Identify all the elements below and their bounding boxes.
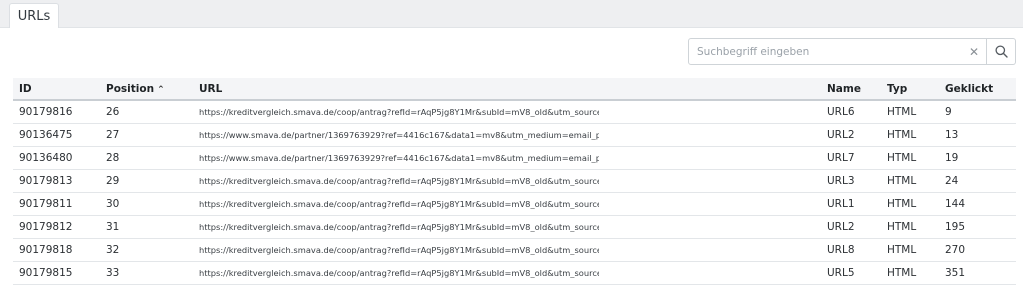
- cell-geklickt: 351: [939, 261, 1016, 285]
- cell-position: 31: [100, 215, 193, 239]
- cell-position: 28: [100, 146, 193, 170]
- cell-url: https://kreditvergleich.smava.de/coop/an…: [193, 215, 821, 239]
- url-link[interactable]: https://kreditvergleich.smava.de/coop/an…: [199, 107, 599, 117]
- cell-geklickt: 24: [939, 169, 1016, 193]
- cell-position: 32: [100, 238, 193, 262]
- column-header-position-label: Position: [106, 82, 155, 95]
- cell-name: URL5: [821, 261, 881, 285]
- urls-panel: ✕ ID Position⌃ URL Name Typ Geklic: [0, 27, 1023, 289]
- table-row[interactable]: 90179811 30 https://kreditvergleich.smava.…: [13, 192, 1016, 216]
- cell-typ: HTML: [881, 261, 939, 285]
- sort-ascending-icon: ⌃: [157, 84, 165, 95]
- cell-geklickt: 13: [939, 123, 1016, 147]
- cell-typ: HTML: [881, 192, 939, 216]
- cell-position: 30: [100, 192, 193, 216]
- cell-typ: HTML: [881, 215, 939, 239]
- cell-id: 90136480: [13, 146, 100, 170]
- search-input[interactable]: [697, 45, 968, 58]
- cell-name: URL2: [821, 215, 881, 239]
- cell-id: 90179813: [13, 169, 100, 193]
- search-field-wrapper: ✕: [688, 38, 987, 65]
- close-icon[interactable]: ✕: [968, 45, 980, 59]
- url-link[interactable]: https://kreditvergleich.smava.de/coop/an…: [199, 222, 599, 232]
- urls-table: ID Position ⌃ URL Name Typ Geklickt 90179…: [13, 78, 1016, 285]
- url-link[interactable]: https://kreditvergleich.smava.de/coop/an…: [199, 245, 599, 255]
- cell-typ: HTML: [881, 169, 939, 193]
- cell-url: https://kreditvergleich.smava.de/coop/an…: [193, 192, 821, 216]
- url-link[interactable]: https://www.smava.de/partner/1369763929?…: [199, 153, 599, 163]
- table-row[interactable]: 90179813 29 https://kreditvergleich.smava.…: [13, 169, 1016, 193]
- cell-position: 33: [100, 261, 193, 285]
- cell-url: https://kreditvergleich.smava.de/coop/an…: [193, 100, 821, 124]
- cell-id: 90179815: [13, 261, 100, 285]
- cell-id: 90136475: [13, 123, 100, 147]
- column-header-geklickt[interactable]: Geklickt: [939, 78, 1016, 101]
- cell-typ: HTML: [881, 238, 939, 262]
- cell-typ: HTML: [881, 146, 939, 170]
- table-row[interactable]: 90179818 32 https://kreditvergleich.smava.…: [13, 238, 1016, 262]
- column-header-typ[interactable]: Typ: [881, 78, 939, 101]
- tab-urls[interactable]: URLs: [9, 3, 59, 28]
- cell-name: URL6: [821, 100, 881, 124]
- column-header-url[interactable]: URL: [193, 78, 821, 101]
- column-header-id[interactable]: ID: [13, 78, 100, 101]
- cell-position: 27: [100, 123, 193, 147]
- cell-geklickt: 9: [939, 100, 1016, 124]
- search-icon: [994, 45, 1008, 58]
- cell-name: URL3: [821, 169, 881, 193]
- cell-geklickt: 144: [939, 192, 1016, 216]
- column-header-position[interactable]: Position ⌃: [100, 78, 193, 101]
- table-row[interactable]: 90179816 26 https://kreditvergleich.smava.…: [13, 100, 1016, 124]
- cell-name: URL1: [821, 192, 881, 216]
- cell-position: 26: [100, 100, 193, 124]
- column-header-name[interactable]: Name: [821, 78, 881, 101]
- table-row[interactable]: 90136480 28 https://www.smava.de/partner/1…: [13, 146, 1016, 170]
- table-row[interactable]: 90179812 31 https://kreditvergleich.smava.…: [13, 215, 1016, 239]
- search-bar: ✕: [688, 38, 1016, 65]
- cell-name: URL2: [821, 123, 881, 147]
- cell-position: 29: [100, 169, 193, 193]
- cell-id: 90179818: [13, 238, 100, 262]
- cell-url: https://kreditvergleich.smava.de/coop/an…: [193, 261, 821, 285]
- cell-url: https://www.smava.de/partner/1369763929?…: [193, 146, 821, 170]
- url-link[interactable]: https://kreditvergleich.smava.de/coop/an…: [199, 268, 599, 278]
- cell-typ: HTML: [881, 123, 939, 147]
- table-row[interactable]: 90179815 33 https://kreditvergleich.smava.…: [13, 261, 1016, 285]
- cell-typ: HTML: [881, 100, 939, 124]
- cell-name: URL7: [821, 146, 881, 170]
- cell-url: https://kreditvergleich.smava.de/coop/an…: [193, 169, 821, 193]
- url-link[interactable]: https://kreditvergleich.smava.de/coop/an…: [199, 176, 599, 186]
- table-header-row: ID Position ⌃ URL Name Typ Geklickt: [13, 78, 1016, 101]
- url-link[interactable]: https://www.smava.de/partner/1369763929?…: [199, 130, 599, 140]
- cell-id: 90179811: [13, 192, 100, 216]
- cell-url: https://www.smava.de/partner/1369763929?…: [193, 123, 821, 147]
- cell-geklickt: 195: [939, 215, 1016, 239]
- cell-geklickt: 270: [939, 238, 1016, 262]
- url-link[interactable]: https://kreditvergleich.smava.de/coop/an…: [199, 199, 599, 209]
- cell-name: URL8: [821, 238, 881, 262]
- search-button[interactable]: [987, 38, 1016, 65]
- cell-id: 90179816: [13, 100, 100, 124]
- cell-id: 90179812: [13, 215, 100, 239]
- table-row[interactable]: 90136475 27 https://www.smava.de/partner/1…: [13, 123, 1016, 147]
- cell-url: https://kreditvergleich.smava.de/coop/an…: [193, 238, 821, 262]
- cell-geklickt: 19: [939, 146, 1016, 170]
